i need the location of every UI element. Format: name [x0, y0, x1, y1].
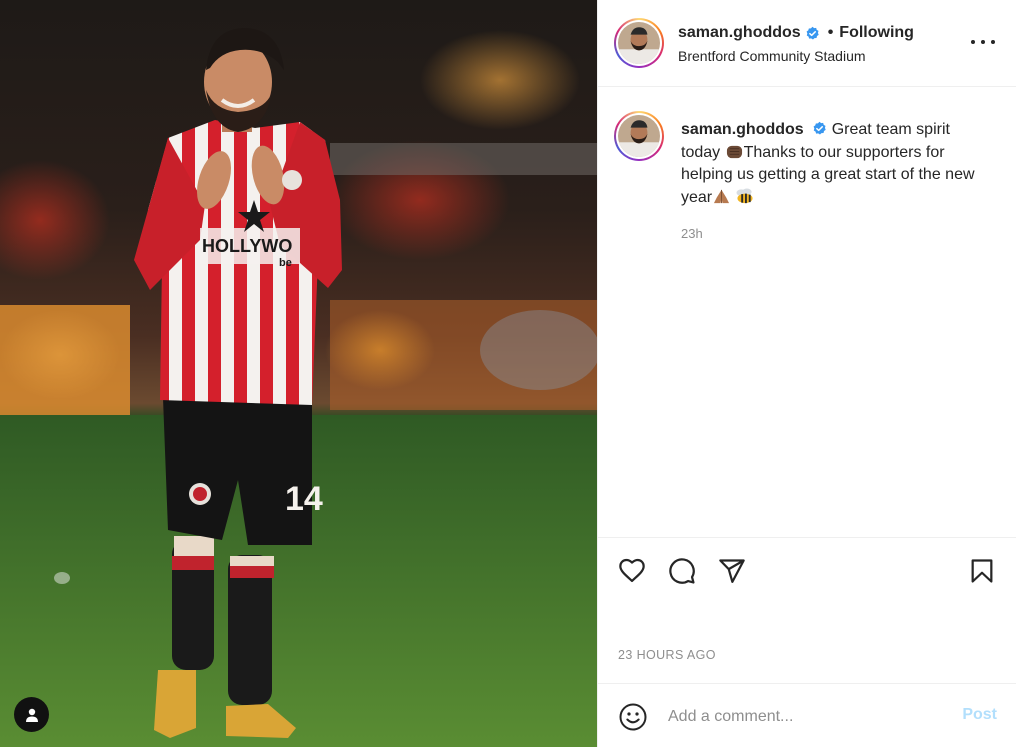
heart-icon — [619, 558, 645, 583]
like-button[interactable] — [616, 555, 648, 587]
following-button[interactable]: Following — [839, 24, 914, 42]
instagram-post: 14 HOLLYWO be saman.ghoddos • Following … — [0, 0, 1016, 747]
comment-icon — [669, 558, 695, 584]
add-comment-section: Post — [598, 683, 1016, 747]
post-comment-button[interactable]: Post — [962, 706, 997, 724]
folded-hands-emoji-icon — [714, 189, 730, 203]
fist-emoji-icon — [726, 145, 742, 158]
comment-button[interactable] — [666, 555, 698, 587]
share-button[interactable] — [716, 555, 748, 587]
bookmark-icon — [971, 559, 993, 583]
separator-dot: • — [827, 24, 834, 41]
user-icon — [25, 708, 38, 722]
shirt-sponsor-sub: be — [279, 257, 292, 269]
comment-input[interactable] — [668, 704, 938, 730]
avatar-image — [618, 22, 660, 64]
caption-time[interactable]: 23h — [681, 226, 703, 241]
post-timestamp[interactable]: 23 HOURS AGO — [618, 648, 716, 662]
shirt-sponsor: HOLLYWO — [202, 236, 292, 256]
photo-football-player: 14 HOLLYWO be — [0, 0, 597, 747]
author-avatar[interactable] — [614, 18, 664, 68]
more-options-icon[interactable] — [971, 32, 995, 52]
avatar-image — [618, 115, 660, 157]
caption-avatar[interactable] — [614, 111, 664, 161]
author-username[interactable]: saman.ghoddos — [678, 24, 801, 42]
action-bar — [598, 537, 1016, 609]
bee-emoji-icon — [736, 187, 753, 203]
caption-text: saman.ghoddos Great team spirit today Th… — [681, 119, 991, 209]
smiley-icon[interactable] — [618, 702, 648, 732]
post-photo[interactable]: 14 HOLLYWO be — [0, 0, 597, 747]
verified-badge-icon — [813, 121, 826, 135]
post-location[interactable]: Brentford Community Stadium — [678, 48, 866, 64]
post-header: saman.ghoddos • Following Brentford Comm… — [598, 0, 1016, 87]
save-button[interactable] — [966, 555, 998, 587]
verified-badge-icon — [806, 26, 819, 39]
caption-username[interactable]: saman.ghoddos — [681, 121, 804, 138]
post-side-panel: saman.ghoddos • Following Brentford Comm… — [597, 0, 1016, 747]
shorts-number: 14 — [285, 480, 323, 518]
paper-plane-icon — [719, 559, 745, 583]
tagged-users-button[interactable] — [14, 697, 49, 732]
